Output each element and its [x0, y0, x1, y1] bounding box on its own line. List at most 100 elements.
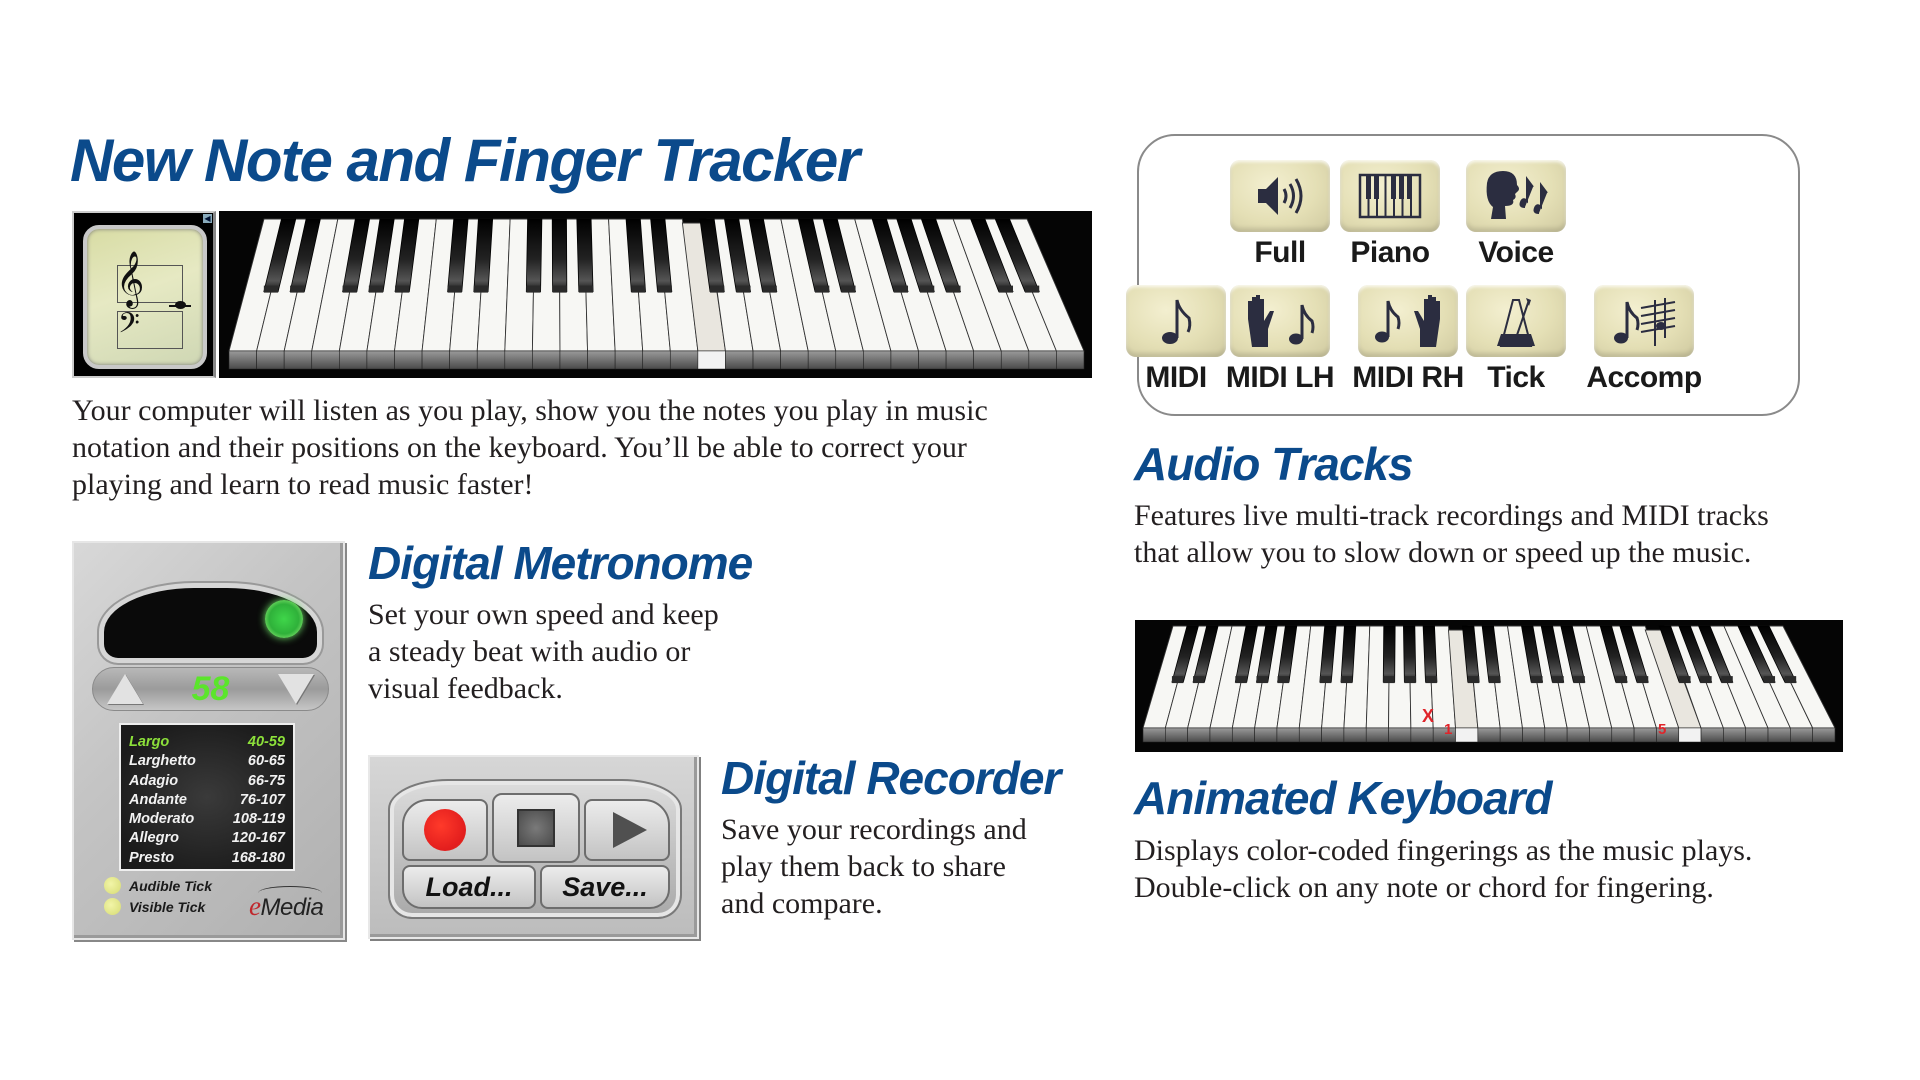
white-key-front — [807, 350, 837, 370]
recorder-widget: Load... Save... — [368, 755, 699, 939]
recorder-description: Save your recordings and play them back … — [721, 811, 1027, 922]
visible-tick-option[interactable]: Visible Tick — [104, 898, 205, 915]
tempo-marking-row: Moderato 108-119 — [129, 810, 285, 829]
white-key-front — [1231, 727, 1255, 743]
white-key-front — [366, 350, 395, 370]
black-key[interactable] — [1403, 625, 1417, 683]
bass-clef-icon: 𝄢 — [118, 307, 140, 347]
description-line: Displays color-coded fingerings as the m… — [1134, 834, 1753, 867]
tempo-range: 120-167 — [231, 830, 285, 847]
track-button-accomp[interactable]: Accomp — [1586, 285, 1702, 395]
white-key-front — [1700, 727, 1724, 743]
audio-tracks-title: Audio Tracks — [1134, 438, 1414, 490]
animated-keyboard-description: Displays color-coded fingerings as the m… — [1134, 832, 1752, 906]
finger-mark-x: X — [1422, 706, 1435, 726]
description-line: visual feedback. — [368, 672, 563, 705]
track-label: Voice — [1478, 236, 1554, 269]
white-key-front — [1767, 727, 1791, 743]
tempo-down-button[interactable] — [278, 674, 314, 704]
black-key-front — [998, 285, 1013, 293]
white-key-front — [973, 350, 1002, 370]
stop-icon — [517, 809, 555, 847]
tempo-marking-list: Largo 40-59 Larghetto 60-65 Adagio 66-75 Andan… — [119, 723, 295, 871]
description-line: and compare. — [721, 887, 883, 920]
left-hand-note-icon — [1230, 285, 1330, 357]
track-button-piano[interactable]: Piano — [1340, 160, 1440, 270]
note-tracker-title: New Note and Finger Tracker — [70, 127, 860, 194]
description-line: notation and their positions on the keyb… — [72, 431, 967, 464]
black-key[interactable] — [551, 218, 568, 292]
tempo-marking-row: Largo 40-59 — [129, 733, 285, 752]
metronome-description: Set your own speed and keep a steady bea… — [368, 596, 719, 707]
white-key-front — [1142, 727, 1166, 743]
recorder-controls: Load... Save... — [388, 779, 682, 919]
white-key-front — [1589, 727, 1613, 743]
tempo-range: 60-65 — [247, 753, 285, 770]
record-button[interactable] — [402, 799, 488, 861]
white-key-front — [1499, 727, 1523, 743]
black-key-front — [1235, 676, 1247, 684]
black-key-front — [1277, 676, 1289, 684]
note-tracker-description: Your computer will listen as you play, s… — [72, 392, 988, 503]
white-key-front — [780, 350, 809, 370]
black-key[interactable] — [1382, 625, 1396, 683]
white-key-front — [945, 350, 974, 370]
black-key-front — [631, 285, 646, 293]
tempo-name: Larghetto — [129, 753, 196, 770]
audible-tick-toggle[interactable] — [104, 877, 121, 894]
white-key-front — [339, 350, 368, 370]
track-label: Accomp — [1586, 361, 1702, 394]
notation-screen: 𝄞 𝄢 — [83, 225, 207, 369]
collapse-arrow-icon[interactable]: ◀ — [203, 214, 212, 223]
animated-keyboard[interactable]: X 1 5 — [1135, 620, 1843, 752]
metronome-beat-window — [104, 588, 317, 658]
note-score-icon — [1594, 285, 1694, 357]
white-key-front — [504, 350, 533, 370]
black-key-front — [815, 285, 830, 293]
white-key-front — [559, 350, 588, 370]
black-key-front — [342, 285, 357, 293]
white-key-front — [587, 350, 616, 370]
tempo-marking-row: Allegro 120-167 — [129, 829, 285, 848]
white-key-front — [1028, 350, 1057, 370]
white-key-front — [1276, 727, 1300, 743]
load-button[interactable]: Load... — [402, 865, 536, 909]
black-key[interactable] — [1422, 625, 1438, 683]
white-key-front — [1209, 727, 1233, 743]
stop-button[interactable] — [492, 793, 580, 863]
audible-tick-option[interactable]: Audible Tick — [104, 877, 212, 894]
black-key-front — [578, 285, 594, 293]
black-key-front — [919, 285, 935, 293]
visible-tick-label: Visible Tick — [129, 898, 206, 915]
white-key-front — [669, 350, 699, 370]
finger-mark-1: 1 — [1444, 721, 1453, 738]
white-key-front — [1723, 727, 1747, 743]
quarter-note-icon — [175, 301, 186, 309]
track-button-tick[interactable]: Tick — [1466, 285, 1566, 395]
black-key[interactable] — [525, 218, 543, 292]
track-button-voice[interactable]: Voice — [1466, 160, 1566, 270]
white-key-front — [532, 350, 561, 370]
piano-keys-icon — [1340, 160, 1440, 232]
piano-keyboard[interactable] — [219, 211, 1092, 378]
tempo-range: 76-107 — [239, 791, 285, 808]
emedia-logo-text: Media — [260, 894, 324, 921]
black-key[interactable] — [576, 218, 594, 292]
white-key-front — [1633, 727, 1657, 743]
tempo-name: Allegro — [129, 830, 179, 847]
metronome-title: Digital Metronome — [368, 537, 753, 589]
black-key-front — [762, 285, 777, 293]
visible-tick-toggle[interactable] — [104, 898, 121, 915]
metronome-widget: 58 Largo 40-59 Larghetto 60-65 Adagio 66-75 An… — [72, 541, 345, 940]
white-key-front — [1388, 727, 1412, 743]
black-key-front — [263, 285, 279, 293]
play-button[interactable] — [584, 799, 670, 861]
tempo-name: Presto — [129, 849, 175, 866]
black-key-front — [1383, 676, 1395, 684]
black-key-front — [1319, 676, 1332, 684]
treble-clef-icon: 𝄞 — [116, 251, 145, 307]
save-button[interactable]: Save... — [540, 865, 670, 909]
black-key-front — [1679, 676, 1691, 684]
black-key-front — [1636, 676, 1649, 684]
track-button-midi-lh[interactable]: MIDI LH — [1226, 285, 1335, 395]
